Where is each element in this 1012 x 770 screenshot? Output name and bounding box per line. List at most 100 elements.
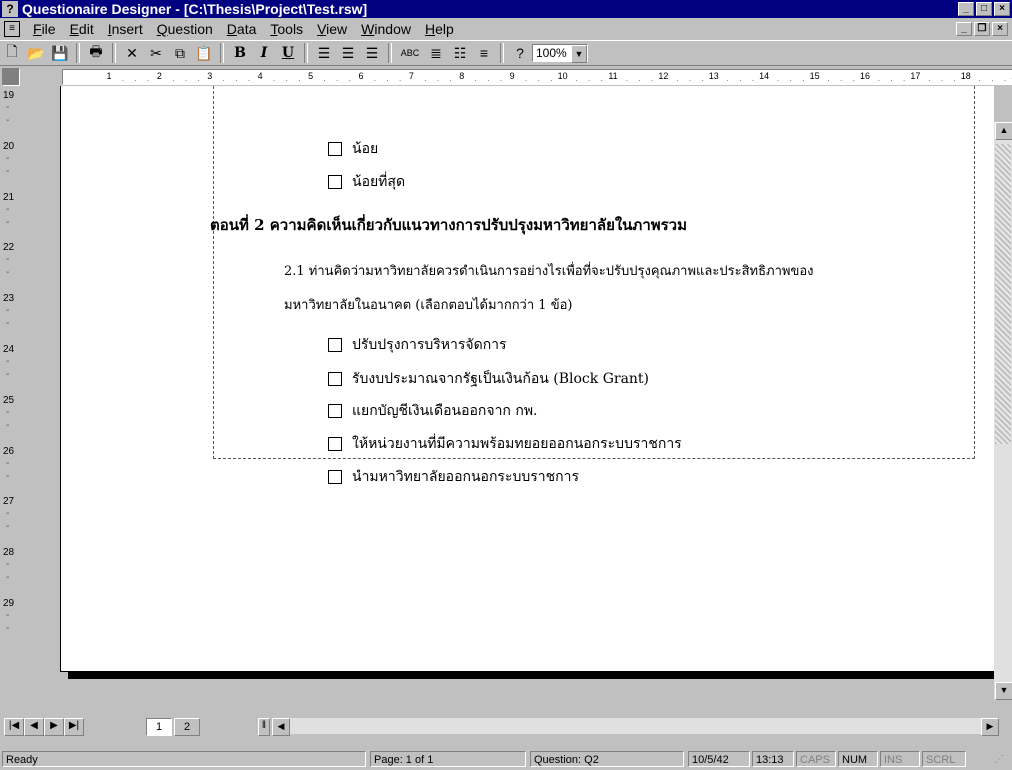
scroll-up-icon[interactable]: ▲ [995,122,1012,140]
option-checkbox-prev-2[interactable]: น้อยที่สุด [328,171,405,193]
first-page-icon[interactable]: |◀ [4,718,24,736]
list-style-1-icon[interactable]: ≣ [425,42,447,64]
page: น้อย น้อยที่สุด ตอนที่ 2 ความคิดเห็นเกี่… [60,86,994,672]
checkbox[interactable] [328,404,342,418]
ruler-number: 12 [658,71,669,81]
zoom-select[interactable]: 100% ▼ [532,44,588,63]
align-center-icon[interactable]: ☰ [337,42,359,64]
menu-help[interactable]: Help [418,21,461,37]
checkbox[interactable] [328,338,342,352]
previous-page-icon[interactable]: ◀ [24,718,44,736]
page-navigation-bar: |◀ ◀ ▶ ▶| 1 2 ‖ ◀ ▶ [0,716,1012,736]
ruler-number: 27 [3,496,15,508]
option-label: น้อยที่สุด [352,174,406,190]
option-label: น้อย [352,141,379,157]
chevron-down-icon[interactable]: ▼ [571,45,587,63]
page-tab-2[interactable]: 2 [174,718,200,736]
page-tab-1[interactable]: 1 [146,718,172,736]
horizontal-ruler: 1 2 · · · 3 · · · 4 · · · 5 · · · 6 · · · 7 · · · 8 · · · 9 · · · 10 · · · 11… [62,69,1012,85]
option-checkbox-2[interactable]: รับงบประมาณจากรัฐเป็นเงินก้อน (Block Gra… [328,368,649,390]
question-text-line1: 2.1 ท่านคิดว่ามหาวิทยาลัยควรดำเนินการอย่… [284,264,814,279]
maximize-button[interactable]: □ [976,2,992,16]
new-icon[interactable]: 🗋 [1,42,23,64]
option-checkbox-prev-1[interactable]: น้อย [328,138,378,160]
status-caps: CAPS [796,751,836,767]
doc-restore-button[interactable]: ❐ [974,22,990,36]
paste-icon[interactable]: 📋 [193,42,215,64]
ruler-number: 6 [358,71,364,81]
ruler-number: 1 [106,71,112,81]
ruler-number: 29 [3,598,15,609]
option-label: แยกบัญชีเงินเดือนออกจาก กพ. [352,403,538,419]
scroll-left-icon[interactable]: ◀ [272,718,290,736]
ruler-corner-button[interactable] [2,68,20,86]
option-label: รับงบประมาณจากรัฐเป็นเงินก้อน (Block Gra… [352,371,650,387]
menu-window[interactable]: Window [354,21,418,37]
doc-minimize-button[interactable]: _ [956,22,972,36]
menu-edit[interactable]: Edit [63,21,101,37]
checkbox[interactable] [328,437,342,451]
vertical-scrollbar[interactable]: ▲ ▼ [994,122,1012,700]
help-pointer-icon[interactable]: ? [509,42,531,64]
option-checkbox-4[interactable]: ให้หน่วยงานที่มีความพร้อมทยอยออกนอกระบบร… [328,433,682,455]
menu-tools[interactable]: Tools [263,21,310,37]
resize-grip-icon[interactable]: ⋰ [994,754,1004,765]
menu-insert[interactable]: Insert [101,21,150,37]
vertical-scroll-track[interactable] [995,144,1011,444]
option-checkbox-3[interactable]: แยกบัญชีเงินเดือนออกจาก กพ. [328,400,538,422]
checkbox[interactable] [328,142,342,156]
scroll-right-icon[interactable]: ▶ [981,718,999,736]
ruler-number: 21 [3,191,15,203]
ruler-number: 22 [3,242,15,254]
minimize-button[interactable]: _ [958,2,974,16]
ruler-number: 11 [608,71,618,81]
align-right-icon[interactable]: ☰ [361,42,383,64]
doc-close-button[interactable]: × [992,22,1008,36]
print-icon[interactable]: 🖶 [85,42,107,64]
bold-button[interactable]: B [229,42,251,64]
splitter-handle[interactable]: ‖ [258,718,270,736]
menu-bar: ≡ File Edit Insert Question Data Tools V… [0,18,1012,40]
last-page-icon[interactable]: ▶| [64,718,84,736]
app-help-icon[interactable]: ? [2,1,18,17]
menu-view[interactable]: View [310,21,354,37]
ruler-number: 14 [759,71,770,81]
checkbox[interactable] [328,372,342,386]
cut-icon[interactable]: ✂ [145,42,167,64]
delete-icon[interactable]: ✕ [121,42,143,64]
menu-data[interactable]: Data [220,21,264,37]
ruler-number: 9 [509,71,515,81]
option-checkbox-1[interactable]: ปรับปรุงการบริหารจัดการ [328,334,507,356]
status-page: Page: 1 of 1 [370,751,526,767]
scroll-down-icon[interactable]: ▼ [995,682,1012,700]
option-checkbox-5[interactable]: นำมหาวิทยาลัยออกนอกระบบราชการ [328,466,579,488]
ruler-number: 4 [257,71,263,81]
close-button[interactable]: × [994,2,1010,16]
save-icon[interactable]: 💾 [49,42,71,64]
ruler-number: 25 [3,394,15,406]
menu-file[interactable]: File [26,21,63,37]
ruler-number: 28 [3,547,15,559]
list-style-2-icon[interactable]: ☷ [449,42,471,64]
ruler-row: 1 2 · · · 3 · · · 4 · · · 5 · · · 6 · · · 7 · · · 8 · · · 9 · · · 10 · · · 11… [0,66,1012,86]
italic-button[interactable]: I [253,42,275,64]
document-menu-icon[interactable]: ≡ [4,21,20,37]
question-frame[interactable]: น้อย น้อยที่สุด ตอนที่ 2 ความคิดเห็นเกี่… [210,86,975,485]
status-message: Ready [2,751,366,767]
underline-button[interactable]: U [277,42,299,64]
copy-icon[interactable]: ⧉ [169,42,191,64]
spell-check-button[interactable]: ABC [397,42,423,64]
status-question: Question: Q2 [530,751,684,767]
horizontal-scrollbar[interactable]: ◀ ▶ [272,718,999,736]
next-page-icon[interactable]: ▶ [44,718,64,736]
checkbox[interactable] [328,470,342,484]
align-left-icon[interactable]: ☰ [313,42,335,64]
document-area: น้อย น้อยที่สุด ตอนที่ 2 ความคิดเห็นเกี่… [20,86,994,700]
ruler-number: 24 [3,344,15,355]
checkbox[interactable] [328,175,342,189]
ruler-number: 10 [557,71,568,81]
question-text-line2: มหาวิทยาลัยในอนาคต (เลือกตอบได้มากกว่า 1… [284,298,573,313]
list-style-3-icon[interactable]: ≡ [473,42,495,64]
menu-question[interactable]: Question [150,21,220,37]
open-icon[interactable]: 📂 [25,42,47,64]
